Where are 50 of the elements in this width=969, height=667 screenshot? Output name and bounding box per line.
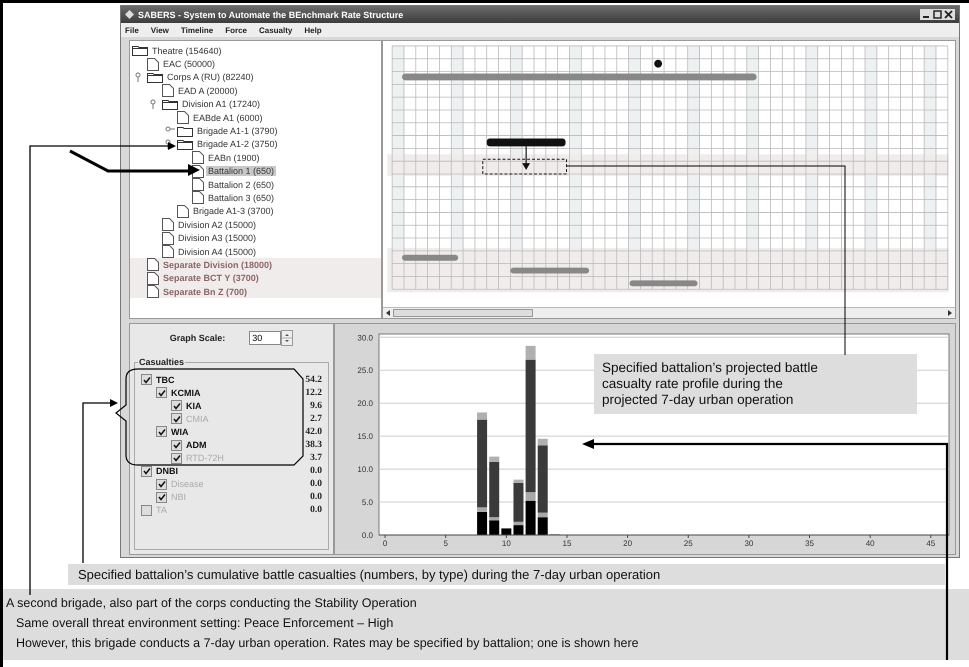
casualty-value: 38.3 <box>305 440 322 450</box>
x-tick-label: 30 <box>744 539 754 548</box>
window-title: SABERS - System to Automate the BEnchmark Rate Structure <box>138 10 404 20</box>
text: 10.0 <box>357 465 373 474</box>
x-tick-label: 45 <box>926 539 936 548</box>
callout-text: Specified battalion’s cumulative battle casualties (numbers, by type) during the 7-day urban operation <box>78 567 660 582</box>
x-tick-label: 0 <box>382 539 388 548</box>
casualty-label: RTD-72H <box>186 453 224 464</box>
casualty-label: KCMIA <box>171 388 200 398</box>
x-axis: 0 5 10 15 20 25 30 35 40 45 <box>378 534 950 548</box>
group-title: Casualties <box>138 357 186 367</box>
casualty-value: 3.7 <box>310 453 322 464</box>
casualty-value: 0.0 <box>310 505 322 516</box>
casualty-value: 9.6 <box>310 400 322 411</box>
callout-text: projected 7-day urban operation <box>602 392 794 408</box>
casualty-label: Disease <box>171 479 204 490</box>
callout-text: Specified battalion’s projected battle <box>602 360 819 376</box>
x-tick-label: 5 <box>443 539 448 548</box>
callout-text: A second brigade, also part of the corps conducting the Stability Operation <box>6 595 418 612</box>
casualty-value: 0.0 <box>310 466 322 476</box>
casualty-value: 54.2 <box>305 374 322 385</box>
text: 25.0 <box>357 366 373 376</box>
graph-scale-label: Graph Scale: <box>170 333 226 343</box>
casualty-label: DNBI <box>156 466 178 476</box>
callout-text: casualty rate profile during the <box>602 376 784 392</box>
x-tick-label: 35 <box>805 539 815 548</box>
casualty-label: KIA <box>186 400 202 411</box>
callout-text: Same overall threat environment setting: Peace Enforcement – High <box>15 615 394 632</box>
casualty-value: 0.0 <box>310 492 322 502</box>
x-tick-label: 25 <box>684 539 694 548</box>
casualty-value: 42.0 <box>305 426 322 437</box>
x-tick-label: 40 <box>866 539 876 548</box>
x-tick-label: 15 <box>562 539 572 548</box>
casualty-label: TA <box>156 505 167 516</box>
x-tick-label: 10 <box>502 539 512 548</box>
text: 0.0 <box>362 531 373 540</box>
casualty-label: NBI <box>171 492 186 502</box>
text: 30.0 <box>357 333 373 342</box>
casualty-value: 2.7 <box>310 414 322 424</box>
casualty-value: 12.2 <box>305 388 322 398</box>
callout-text: However, this brigade conducts a 7-day urban operation. Rates may be specified by battalion; one is shown here <box>15 635 640 652</box>
text: 15.0 <box>357 432 373 442</box>
text: 5.0 <box>362 498 373 508</box>
casualty-label: CMIA <box>186 414 208 424</box>
casualty-label: TBC <box>156 374 174 385</box>
casualty-label: ADM <box>186 440 206 450</box>
casualty-value: 0.0 <box>310 479 322 490</box>
casualty-label: WIA <box>171 426 188 437</box>
text: 20.0 <box>357 399 373 408</box>
x-tick-label: 20 <box>623 539 633 548</box>
